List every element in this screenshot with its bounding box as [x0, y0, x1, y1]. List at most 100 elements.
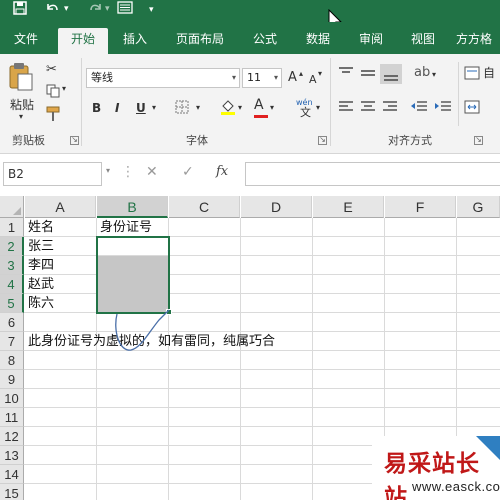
tab-insert[interactable]: 插入 — [112, 28, 158, 54]
ribbon-home: 粘贴 ▾ ✂ ▾ 剪贴板 ↘ 等线 ▾ 11 ▾ A ▴ A ▾ B I U ▾… — [0, 54, 500, 154]
enter-icon[interactable]: ✓ — [182, 164, 194, 180]
tab-home[interactable]: 开始 — [58, 28, 108, 54]
row-header-8[interactable]: 8 — [0, 351, 24, 370]
cut-icon[interactable]: ✂ — [46, 62, 57, 77]
column-header-e[interactable]: E — [313, 196, 384, 218]
row-header-5[interactable]: 5 — [0, 294, 24, 313]
formula-input[interactable] — [245, 162, 500, 186]
row-header-3[interactable]: 3 — [0, 256, 24, 275]
underline-button[interactable]: U — [136, 99, 146, 119]
fill-color-icon[interactable] — [220, 98, 236, 118]
align-middle-icon[interactable] — [360, 66, 376, 86]
row-header-13[interactable]: 13 — [0, 446, 24, 465]
borders-icon[interactable] — [175, 100, 189, 120]
group-separator — [81, 58, 82, 146]
copy-dropdown-icon[interactable]: ▾ — [62, 84, 66, 93]
phonetic-dropdown-icon[interactable]: ▾ — [316, 99, 320, 119]
alignment-group-label: 对齐方式 — [388, 134, 432, 147]
italic-button[interactable]: I — [115, 99, 119, 119]
font-size-select[interactable]: 11 ▾ — [242, 68, 282, 88]
borders-dropdown-icon[interactable]: ▾ — [196, 99, 200, 119]
font-color-button[interactable]: A — [254, 96, 264, 116]
row-header-11[interactable]: 11 — [0, 408, 24, 427]
font-name-value: 等线 — [91, 71, 113, 84]
formula-bar: B2 ▾ ⋮ ✕ ✓ fx — [0, 154, 500, 196]
select-all-corner[interactable] — [0, 196, 24, 218]
increase-font-size-button[interactable]: A — [288, 69, 297, 89]
paste-label[interactable]: 粘贴 — [10, 96, 34, 113]
column-header-a[interactable]: A — [25, 196, 96, 218]
merge-center-icon[interactable] — [464, 100, 480, 120]
tab-data[interactable]: 数据 — [298, 28, 338, 54]
tab-file[interactable]: 文件 — [6, 28, 46, 54]
font-size-value: 11 — [247, 71, 261, 84]
orientation-dropdown-icon[interactable]: ▾ — [432, 66, 436, 86]
redo-dropdown-icon[interactable]: ▾ — [105, 1, 110, 19]
align-center-icon[interactable] — [360, 100, 376, 120]
phonetic-char-icon: 文 — [300, 106, 311, 119]
row-header-14[interactable]: 14 — [0, 465, 24, 484]
row-header-9[interactable]: 9 — [0, 370, 24, 389]
column-header-c[interactable]: C — [169, 196, 240, 218]
undo-icon[interactable] — [44, 0, 60, 18]
row-header-6[interactable]: 6 — [0, 313, 24, 332]
redo-icon[interactable] — [88, 0, 104, 18]
cancel-icon[interactable]: ✕ — [146, 164, 158, 180]
row-header-2[interactable]: 2 — [0, 237, 24, 256]
align-bottom-icon[interactable] — [380, 64, 402, 84]
font-launcher-icon[interactable]: ↘ — [318, 136, 327, 145]
orientation-icon[interactable]: ab — [414, 64, 430, 84]
row-header-10[interactable]: 10 — [0, 389, 24, 408]
customize-toolbar-icon[interactable]: ▾ — [149, 2, 154, 20]
row-header-12[interactable]: 12 — [0, 427, 24, 446]
column-header-g[interactable]: G — [457, 196, 500, 218]
align-top-icon[interactable] — [338, 66, 354, 86]
cell-a4[interactable]: 赵武 — [25, 275, 54, 294]
cell-a1[interactable]: 姓名 — [25, 218, 54, 237]
excel-window: ▾ ▾ ▾ 文件 开始 插入 页面布局 公式 数据 审阅 视图 方方格 粘贴 ▾ — [0, 0, 500, 500]
gridline — [24, 388, 500, 389]
tab-review[interactable]: 审阅 — [350, 28, 392, 54]
align-right-icon[interactable] — [382, 100, 398, 120]
row-header-7[interactable]: 7 — [0, 332, 24, 351]
cell-b1[interactable]: 身份证号 — [97, 218, 152, 237]
paste-icon[interactable] — [8, 62, 34, 95]
font-color-dropdown-icon[interactable]: ▾ — [270, 99, 274, 119]
format-painter-icon[interactable] — [46, 106, 60, 125]
save-icon[interactable] — [13, 1, 27, 19]
row-header-15[interactable]: 15 — [0, 484, 24, 500]
wrap-text-icon[interactable] — [464, 66, 480, 86]
row-header-1[interactable]: 1 — [0, 218, 24, 237]
column-header-d[interactable]: D — [241, 196, 312, 218]
tab-formulas[interactable]: 公式 — [244, 28, 286, 54]
decrease-font-size-button[interactable]: A — [309, 71, 317, 91]
group-separator — [330, 58, 331, 146]
increase-indent-icon[interactable] — [434, 100, 452, 120]
bold-button[interactable]: B — [92, 99, 101, 119]
cell-a3[interactable]: 李四 — [25, 256, 54, 275]
wrap-text-label[interactable]: 自 — [483, 64, 495, 84]
clipboard-launcher-icon[interactable]: ↘ — [70, 136, 79, 145]
decrease-indent-icon[interactable] — [410, 100, 428, 120]
undo-dropdown-icon[interactable]: ▾ — [64, 1, 69, 19]
underline-dropdown-icon[interactable]: ▾ — [152, 99, 156, 119]
fill-color-dropdown-icon[interactable]: ▾ — [238, 99, 242, 119]
column-header-b[interactable]: B — [97, 196, 168, 218]
name-box-dropdown-icon[interactable]: ▾ — [106, 166, 110, 175]
cell-a5[interactable]: 陈六 — [25, 294, 54, 313]
name-box[interactable]: B2 — [3, 162, 102, 186]
tab-view[interactable]: 视图 — [402, 28, 444, 54]
copy-icon[interactable] — [46, 84, 60, 101]
tab-page-layout[interactable]: 页面布局 — [168, 28, 232, 54]
alignment-launcher-icon[interactable]: ↘ — [474, 136, 483, 145]
row-header-4[interactable]: 4 — [0, 275, 24, 294]
align-left-icon[interactable] — [338, 100, 354, 120]
annotation-scribble — [115, 309, 170, 351]
tab-fangfangge[interactable]: 方方格 — [456, 28, 500, 54]
column-header-f[interactable]: F — [385, 196, 456, 218]
cell-a2[interactable]: 张三 — [25, 237, 54, 256]
font-name-select[interactable]: 等线 ▾ — [86, 68, 240, 88]
print-preview-icon[interactable] — [117, 1, 133, 19]
paste-dropdown-icon[interactable]: ▾ — [19, 112, 23, 121]
insert-function-icon[interactable]: fx — [216, 164, 228, 179]
